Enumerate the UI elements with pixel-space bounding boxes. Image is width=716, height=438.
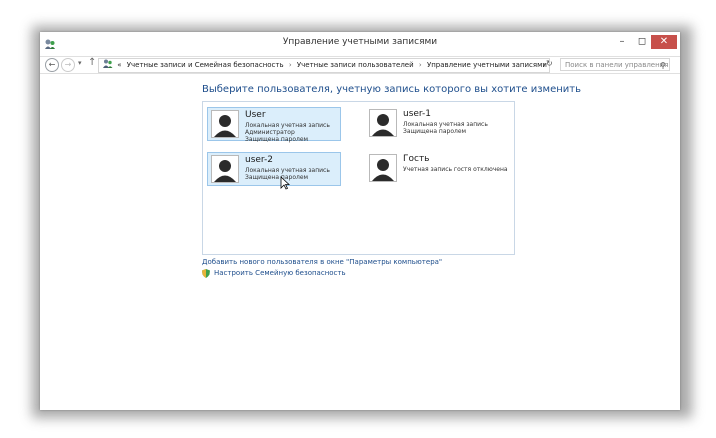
maximize-button[interactable]: ◻ — [633, 35, 651, 49]
account-tile-user[interactable]: User Локальная учетная запись Администра… — [207, 107, 341, 143]
breadcrumb-manage-accounts[interactable]: Управление учетными записями — [427, 59, 547, 72]
account-name: Гость — [403, 154, 430, 164]
forward-arrow-icon[interactable]: → — [61, 58, 75, 72]
recent-pages-dropdown[interactable]: ▾ — [78, 59, 82, 67]
account-tile-user-1[interactable]: user-1 Локальная учетная запись Защищена… — [366, 107, 500, 141]
title-bar: Управление учетными записями – ◻ ✕ — [40, 32, 680, 56]
breadcrumb-separator[interactable]: › — [289, 59, 292, 72]
account-detail: Защищена паролем — [245, 174, 309, 181]
breadcrumb-user-accounts[interactable]: Учетные записи пользователей — [297, 59, 414, 72]
mouse-cursor-icon — [280, 176, 290, 190]
page-title: Выберите пользователя, учетную запись ко… — [202, 84, 581, 95]
account-detail: Локальная учетная запись — [245, 167, 330, 174]
account-name: user-1 — [403, 109, 432, 119]
account-detail: Локальная учетная запись — [403, 121, 488, 128]
account-name: User — [245, 110, 266, 120]
user-avatar-icon — [369, 109, 397, 137]
search-placeholder: Поиск в панели управления — [565, 61, 669, 69]
breadcrumb[interactable]: « Учетные записи и Семейная безопасность… — [98, 58, 550, 73]
account-detail: Локальная учетная запись — [245, 122, 330, 129]
back-arrow-icon[interactable]: ← — [45, 58, 59, 72]
account-detail: Защищена паролем — [403, 128, 467, 135]
accounts-list: User Локальная учетная запись Администра… — [202, 101, 515, 255]
breadcrumb-overflow[interactable]: « — [117, 59, 121, 72]
close-button[interactable]: ✕ — [651, 35, 677, 49]
control-panel-window: Управление учетными записями – ◻ ✕ ← → ▾… — [40, 32, 680, 410]
shield-icon — [202, 269, 210, 278]
search-input[interactable]: Поиск в панели управления ⚲ — [560, 58, 670, 71]
window-title: Управление учетными записями — [282, 37, 438, 47]
breadcrumb-family-safety[interactable]: Учетные записи и Семейная безопасность — [127, 59, 284, 72]
family-safety-link[interactable]: Настроить Семейную безопасность — [214, 269, 346, 277]
breadcrumb-separator[interactable]: › — [419, 59, 422, 72]
account-detail: Защищена паролем — [245, 136, 309, 143]
account-detail: Учетная запись гостя отключена — [403, 166, 508, 173]
add-user-link[interactable]: Добавить нового пользователя в окне "Пар… — [202, 258, 442, 266]
search-icon[interactable]: ⚲ — [660, 59, 666, 72]
users-icon — [103, 59, 113, 68]
account-name: user-2 — [245, 155, 274, 165]
up-arrow-icon[interactable]: ↑ — [88, 57, 96, 68]
minimize-button[interactable]: – — [613, 35, 631, 49]
user-avatar-icon — [369, 154, 397, 182]
account-detail: Администратор — [245, 129, 295, 136]
refresh-icon[interactable]: ↻ — [546, 59, 553, 68]
address-bar: ← → ▾ ↑ « Учетные записи и Семейная безо… — [40, 56, 680, 74]
account-tile-user-2[interactable]: user-2 Локальная учетная запись Защищена… — [207, 152, 341, 186]
user-avatar-icon — [211, 110, 239, 138]
account-tile-guest[interactable]: Гость Учетная запись гостя отключена — [366, 152, 508, 186]
user-avatar-icon — [211, 155, 239, 183]
